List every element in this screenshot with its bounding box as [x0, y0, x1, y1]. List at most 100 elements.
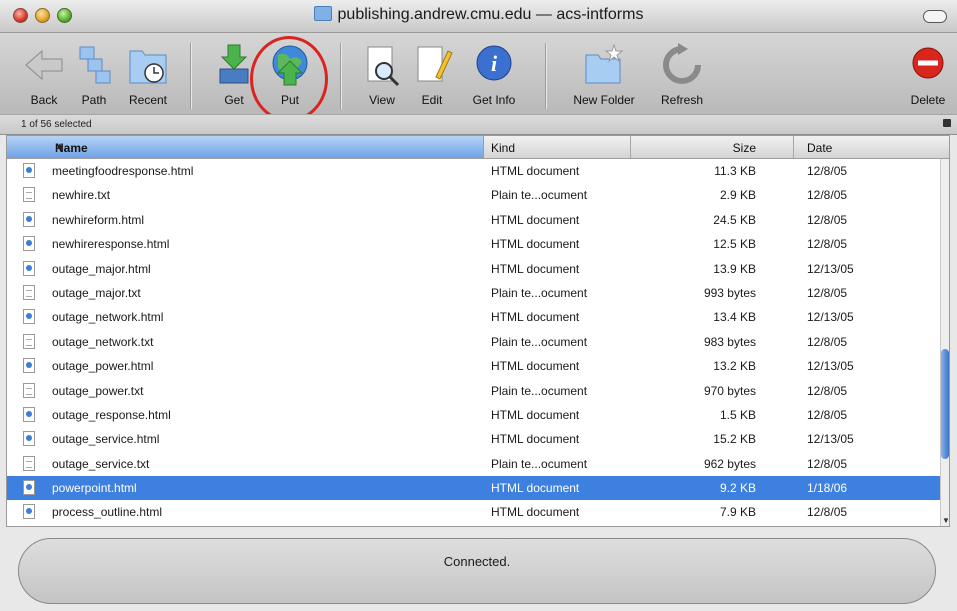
toolbar-separator: [545, 43, 546, 109]
file-date: 12/8/05: [807, 285, 848, 300]
html-file-icon: [23, 431, 35, 447]
edit-button[interactable]: Edit: [404, 39, 460, 111]
column-divider: [793, 136, 794, 158]
file-kind: HTML document: [491, 359, 580, 374]
file-row[interactable]: process_outline.html HTML document 7.9 KB 1…: [7, 500, 949, 524]
file-date: 12/8/05: [807, 212, 848, 227]
path-icon: [79, 46, 111, 84]
file-kind: HTML document: [491, 212, 580, 227]
html-file-icon: [23, 504, 35, 520]
file-name: outage_service.txt: [52, 456, 150, 471]
file-row[interactable]: newhireresponse.html HTML document 12.5 KB…: [7, 232, 949, 256]
file-name: newhireform.html: [52, 212, 145, 227]
file-row[interactable]: newhireform.html HTML document 24.5 KB 12/8…: [7, 208, 949, 232]
file-date: 12/8/05: [807, 505, 848, 520]
file-list: Name ▲ Kind Size Date meetingfoodrespons…: [6, 135, 950, 527]
file-date: 12/13/05: [807, 432, 854, 447]
column-header-date[interactable]: Date: [807, 141, 832, 155]
delete-label: Delete: [910, 93, 946, 107]
file-kind: HTML document: [491, 310, 580, 325]
file-name: outage_power.html: [52, 359, 154, 374]
file-size: 2.9 KB: [719, 188, 756, 203]
recent-button[interactable]: Recent: [120, 39, 176, 111]
file-name: newhire.txt: [52, 188, 111, 203]
file-size: 13.9 KB: [713, 261, 756, 276]
file-name: meetingfoodresponse.html: [52, 164, 194, 178]
file-row[interactable]: outage_response.html HTML document 1.5 KB 1…: [7, 403, 949, 427]
selection-status-bar: 1 of 56 selected: [0, 114, 957, 135]
file-row[interactable]: outage_major.html HTML document 13.9 KB 12/…: [7, 257, 949, 281]
file-row[interactable]: outage_major.txt Plain te...ocument 993 by…: [7, 281, 949, 305]
html-file-icon: [23, 260, 35, 276]
text-file-icon: [23, 284, 35, 300]
recent-folder-clock-icon: [129, 50, 167, 84]
file-kind: HTML document: [491, 505, 580, 520]
file-kind: Plain te...ocument: [491, 285, 588, 300]
file-kind: Plain te...ocument: [491, 334, 588, 349]
new-folder-icon: [585, 43, 624, 84]
file-size: 15.2 KB: [713, 432, 756, 447]
file-date: 12/8/05: [807, 456, 848, 471]
get-info-button[interactable]: i Get Info: [466, 39, 522, 111]
window-title: publishing.andrew.cmu.edu — acs-intforms: [0, 6, 957, 24]
file-date: 12/8/05: [807, 188, 848, 203]
toolbar-separator: [190, 43, 191, 109]
file-name: outage_response.html: [52, 407, 171, 422]
toolbar-separator: [340, 43, 341, 109]
file-size: 9.2 KB: [719, 481, 756, 496]
sort-ascending-icon: ▲: [55, 141, 65, 152]
file-size: 970 bytes: [703, 383, 756, 398]
file-row[interactable]: outage_network.html HTML document 13.4 KB 1…: [7, 305, 949, 329]
file-row[interactable]: meetingfoodresponse.html HTML document 11.…: [7, 159, 949, 183]
scrollbar-thumb[interactable]: [941, 349, 949, 459]
file-date: 12/13/05: [807, 359, 854, 374]
new-folder-button[interactable]: New Folder: [573, 39, 635, 111]
file-size: 1.5 KB: [719, 407, 756, 422]
html-file-icon: [23, 358, 35, 374]
file-row[interactable]: outage_power.txt Plain te...ocument 970 by…: [7, 379, 949, 403]
text-file-icon: [23, 382, 35, 398]
column-header-name[interactable]: Name ▲: [7, 136, 484, 158]
html-file-icon: [23, 211, 35, 227]
file-kind: Plain te...ocument: [491, 188, 588, 203]
html-file-icon: [23, 236, 35, 252]
edit-pencil-icon: [417, 46, 453, 82]
file-date: 12/8/05: [807, 383, 848, 398]
refresh-button[interactable]: Refresh: [654, 39, 710, 111]
file-size: 13.4 KB: [713, 310, 756, 325]
html-file-icon: [23, 406, 35, 422]
file-row[interactable]: outage_power.html HTML document 13.2 KB 12/…: [7, 354, 949, 378]
delete-button[interactable]: Delete: [900, 39, 956, 111]
file-date: 12/8/05: [807, 237, 848, 252]
file-date: 12/8/05: [807, 407, 848, 422]
file-row[interactable]: newhire.txt Plain te...ocument 2.9 KB 12/8/…: [7, 183, 949, 207]
toolbar: Back Path Recent Get Put View Edit i Get…: [0, 33, 957, 114]
folder-icon: [313, 6, 332, 21]
svg-text:i: i: [491, 51, 498, 76]
file-date: 12/13/05: [807, 310, 854, 325]
file-kind: HTML document: [491, 407, 580, 422]
file-date: 12/8/05: [807, 164, 848, 178]
toolbar-toggle-button[interactable]: [923, 10, 947, 23]
file-row[interactable]: outage_network.txt Plain te...ocument 983 …: [7, 330, 949, 354]
html-file-icon: [23, 309, 35, 325]
file-name: powerpoint.html: [52, 481, 137, 496]
file-row-selected[interactable]: powerpoint.html HTML document 9.2 KB 1/18/0…: [7, 476, 949, 501]
file-row[interactable]: outage_service.txt Plain te...ocument 962 …: [7, 452, 949, 476]
file-name: newhireresponse.html: [52, 237, 170, 252]
put-button[interactable]: Put: [262, 39, 318, 111]
scroll-down-arrow-icon[interactable]: ▼: [942, 516, 949, 525]
column-header-size[interactable]: Size: [631, 141, 756, 155]
vertical-scrollbar[interactable]: ▼: [940, 159, 949, 526]
get-info-label: Get Info: [472, 93, 516, 107]
file-row[interactable]: outage_service.html HTML document 15.2 KB 1…: [7, 427, 949, 451]
file-size: 12.5 KB: [713, 237, 756, 252]
column-header-kind[interactable]: Kind: [491, 141, 515, 155]
connection-status-panel: Connected.: [18, 538, 936, 604]
file-size: 962 bytes: [703, 456, 756, 471]
upload-globe-icon: [272, 45, 308, 86]
title-bar: publishing.andrew.cmu.edu — acs-intforms: [0, 0, 957, 33]
html-file-icon: [23, 480, 35, 496]
back-arrow-icon: [25, 49, 63, 81]
file-name: outage_major.txt: [52, 285, 141, 300]
